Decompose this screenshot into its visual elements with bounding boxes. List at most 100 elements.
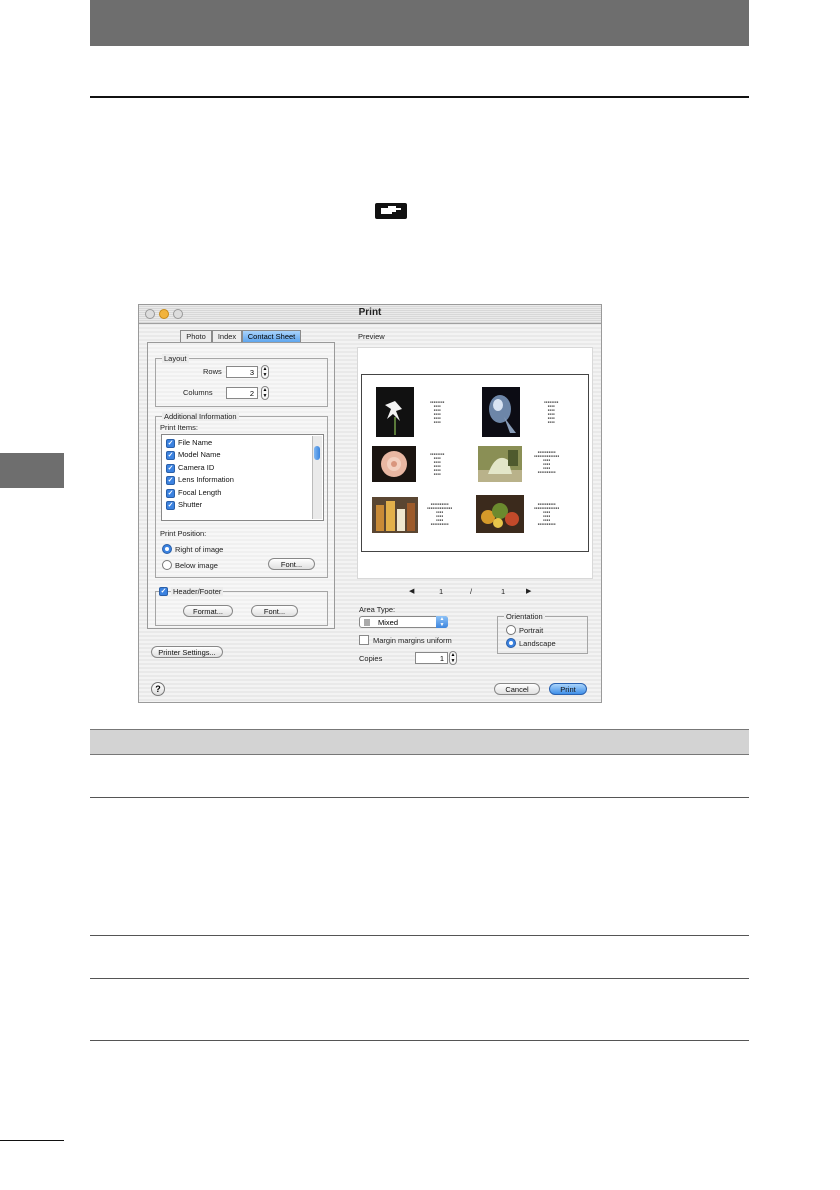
checkbox-checked-icon[interactable]: ✓ (166, 439, 175, 448)
thumbnail-info: ▪▪▪▪▪▪▪▪▪▪ ▪▪▪▪▪▪▪▪▪▪▪▪▪▪ ▪▪▪▪ ▪▪▪▪ ▪▪▪▪ ▪▪▪▪… (427, 502, 453, 526)
thumbnail-rose (372, 446, 416, 482)
print-button[interactable]: Print (549, 683, 587, 695)
mixed-swatch-icon (364, 619, 370, 626)
copies-stepper[interactable]: ▲ ▼ (449, 651, 457, 665)
portrait-label: Portrait (519, 626, 544, 635)
table-header (90, 729, 749, 755)
radio-landscape[interactable] (506, 638, 516, 648)
list-item[interactable]: ✓ Lens Information (162, 474, 323, 486)
item-label: Lens Information (178, 475, 234, 485)
columns-stepper[interactable]: ▲ ▼ (261, 386, 269, 400)
radio-right-of-image[interactable] (162, 544, 172, 554)
item-label: Focal Length (178, 487, 222, 497)
landscape-label: Landscape (519, 639, 556, 648)
print-items-list[interactable]: ✓ File Name ✓ Model Name ✓ Camera ID ✓ Lens … (161, 434, 324, 521)
format-button[interactable]: Format... (183, 605, 233, 617)
thumbnail-crystal (482, 387, 520, 437)
dialog-titlebar: Print (139, 305, 601, 324)
checkbox-checked-icon[interactable]: ✓ (166, 451, 175, 461)
thumbnail-info: ▪▪▪▪▪▪▪▪ ▪▪▪▪ ▪▪▪▪ ▪▪▪▪ ▪▪▪▪ ▪▪▪▪ (430, 452, 445, 476)
print-position-label: Print Position: (160, 529, 207, 538)
tab-contact-sheet[interactable]: Contact Sheet (242, 330, 301, 342)
item-label: Shutter (178, 499, 203, 509)
reference-icon (375, 203, 407, 219)
preview-label: Preview (358, 332, 385, 341)
copies-label: Copies (359, 654, 383, 663)
next-page-icon[interactable]: ▶ (526, 587, 531, 595)
thumbnail-fruit (476, 495, 524, 533)
list-item[interactable]: ✓ Shutter (162, 499, 323, 511)
dialog-title: Print (358, 307, 382, 318)
layout-group: Layout Rows 3 ▲ ▼ Columns 2 ▲ ▼ (155, 354, 328, 407)
tab-index[interactable]: Index (212, 330, 242, 342)
popup-arrows-icon: ▲ ▼ (436, 616, 448, 628)
copies-field[interactable]: 1 (415, 652, 448, 664)
list-item[interactable]: ✓ Model Name (162, 449, 323, 461)
total-pages: 1 (501, 587, 506, 596)
layout-group-title: Layout (162, 354, 189, 363)
checkbox-checked-icon[interactable]: ✓ (166, 500, 175, 510)
radio-portrait[interactable] (506, 625, 516, 635)
help-button[interactable]: ? (151, 682, 165, 696)
list-item[interactable]: ✓ Focal Length (162, 487, 323, 499)
list-item[interactable]: ✓ Camera ID (162, 462, 323, 474)
tab-photo[interactable]: Photo (180, 330, 212, 342)
thumbnail-info: ▪▪▪▪▪▪▪▪ ▪▪▪▪ ▪▪▪▪ ▪▪▪▪ ▪▪▪▪ ▪▪▪▪ (544, 400, 559, 424)
margin-label: Margin margins uniform (373, 636, 452, 645)
page-separator: / (470, 587, 473, 596)
header-footer-label: Header/Footer (171, 587, 224, 596)
item-label: Model Name (178, 450, 221, 460)
header-footer-group: ✓ Header/Footer Format... Font... (155, 587, 328, 626)
header-bar (90, 0, 749, 46)
table-row (90, 798, 749, 936)
thumbnail-info: ▪▪▪▪▪▪▪▪ ▪▪▪▪ ▪▪▪▪ ▪▪▪▪ ▪▪▪▪ ▪▪▪▪ (430, 400, 445, 424)
margin-checkbox[interactable] (359, 635, 369, 645)
rows-field[interactable]: 3 (226, 366, 258, 378)
list-item[interactable]: ✓ File Name (162, 437, 323, 449)
area-type-value: Mixed (378, 618, 399, 627)
thumbnail-info: ▪▪▪▪▪▪▪▪▪▪ ▪▪▪▪▪▪▪▪▪▪▪▪▪▪ ▪▪▪▪ ▪▪▪▪ ▪▪▪▪ ▪▪▪▪… (534, 502, 560, 526)
orientation-title: Orientation (504, 612, 545, 621)
orientation-group: Orientation Portrait Landscape (497, 612, 588, 654)
thumbnail-bottles (372, 497, 418, 533)
right-of-image-label: Right of image (175, 545, 224, 554)
current-page: 1 (439, 587, 444, 596)
rows-stepper[interactable]: ▲ ▼ (261, 365, 269, 379)
table-row (90, 979, 749, 1041)
chapter-tab (0, 453, 64, 488)
description-table (90, 729, 749, 1041)
preview-area: ▪▪▪▪▪▪▪▪ ▪▪▪▪ ▪▪▪▪ ▪▪▪▪ ▪▪▪▪ ▪▪▪▪ ▪▪▪▪▪▪▪▪ ▪▪▪… (357, 347, 593, 579)
thumbnail-vase (478, 446, 522, 482)
font-button[interactable]: Font... (268, 558, 315, 570)
page-number-rule (0, 1140, 64, 1141)
item-label: Camera ID (178, 462, 215, 472)
settings-panel: Layout Rows 3 ▲ ▼ Columns 2 ▲ ▼ Additional… (147, 342, 335, 629)
table-row (90, 936, 749, 979)
table-row (90, 755, 749, 798)
header-footer-checkbox-icon[interactable]: ✓ (159, 587, 168, 596)
additional-info-title: Additional Information (162, 412, 239, 421)
thumbnail-lily (376, 387, 414, 437)
scroll-thumb[interactable] (314, 446, 320, 460)
list-scrollbar[interactable] (312, 436, 322, 519)
columns-field[interactable]: 2 (226, 387, 258, 399)
checkbox-checked-icon[interactable]: ✓ (166, 463, 175, 473)
rows-label: Rows (203, 367, 222, 376)
print-dialog: Print Photo Index Contact Sheet Layout R… (138, 304, 602, 703)
prev-page-icon[interactable]: ◀ (409, 587, 414, 595)
area-type-popup[interactable]: Mixed ▲ ▼ (359, 616, 448, 628)
item-label: File Name (178, 438, 213, 447)
checkbox-checked-icon[interactable]: ✓ (166, 488, 175, 498)
radio-below-image[interactable] (162, 560, 172, 570)
cancel-button[interactable]: Cancel (494, 683, 540, 695)
thumbnail-info: ▪▪▪▪▪▪▪▪▪▪ ▪▪▪▪▪▪▪▪▪▪▪▪▪▪ ▪▪▪▪ ▪▪▪▪ ▪▪▪▪ ▪▪▪▪… (534, 450, 560, 474)
checkbox-checked-icon[interactable]: ✓ (166, 476, 175, 486)
print-items-label: Print Items: (160, 423, 198, 432)
area-type-label: Area Type: (359, 605, 396, 614)
below-image-label: Below image (175, 561, 218, 570)
printer-settings-button[interactable]: Printer Settings... (151, 646, 223, 658)
header-rule (90, 96, 749, 98)
contact-sheet-preview: ▪▪▪▪▪▪▪▪ ▪▪▪▪ ▪▪▪▪ ▪▪▪▪ ▪▪▪▪ ▪▪▪▪ ▪▪▪▪▪▪▪▪ ▪▪▪… (361, 374, 589, 552)
header-footer-font-button[interactable]: Font... (251, 605, 298, 617)
columns-label: Columns (183, 388, 213, 397)
